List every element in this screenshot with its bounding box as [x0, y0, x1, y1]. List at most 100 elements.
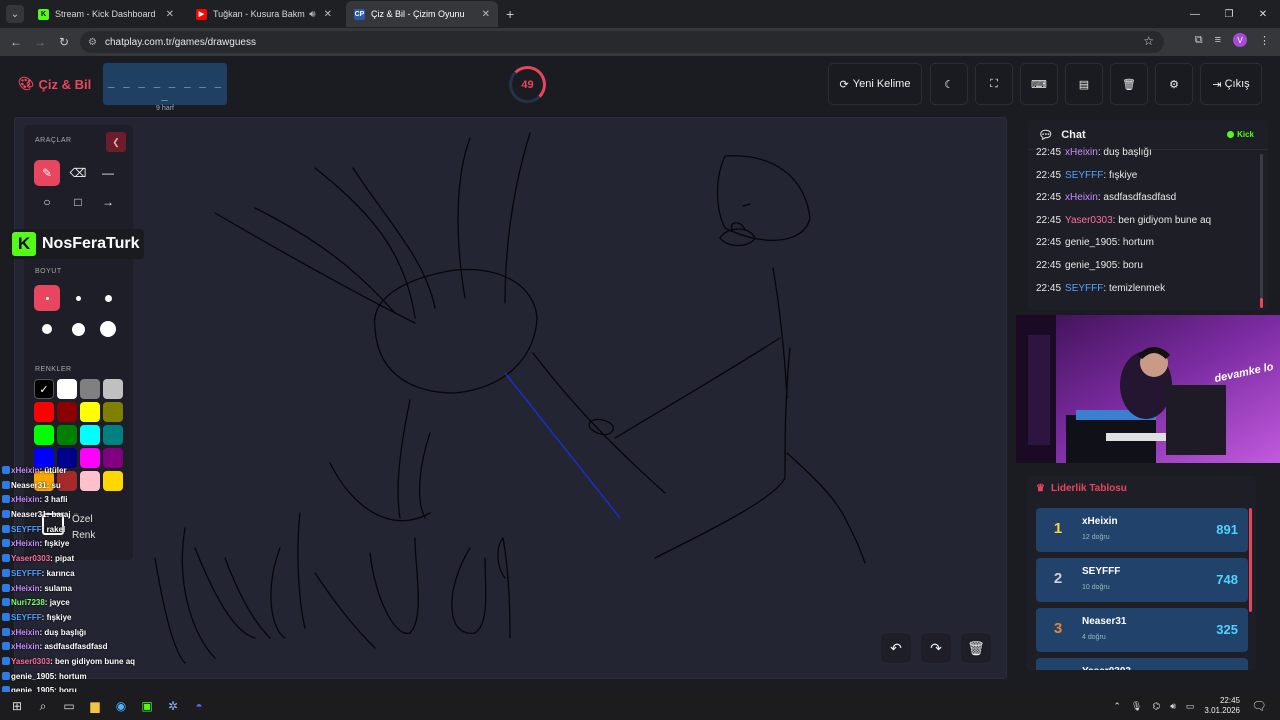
close-icon[interactable]: ✕: [482, 9, 490, 20]
player-score: 891: [1216, 522, 1238, 537]
collapse-panel-button[interactable]: ❮: [106, 132, 126, 152]
badge-icon: [2, 495, 10, 504]
overlay-chat-user: Neaser31: [11, 510, 47, 520]
size-5[interactable]: [65, 316, 91, 342]
chrome-icon[interactable]: ◉: [108, 696, 134, 716]
search-icon[interactable]: ⌕: [30, 696, 56, 716]
network-icon[interactable]: ⌬: [1152, 701, 1160, 712]
profile-avatar[interactable]: V: [1233, 33, 1247, 47]
drawing-canvas[interactable]: [14, 117, 1007, 679]
chat-user[interactable]: xHeixin: [1065, 192, 1098, 203]
size-4[interactable]: [34, 316, 60, 342]
chat-user[interactable]: genie_1905: [1065, 237, 1117, 248]
site-info-icon[interactable]: ⚙: [88, 37, 97, 48]
color-swatch[interactable]: [103, 402, 123, 422]
reload-button[interactable]: ↻: [52, 35, 76, 49]
notifications-icon[interactable]: 🗨︎: [1246, 696, 1272, 716]
kick-app-icon[interactable]: ▣: [134, 696, 160, 716]
color-swatch[interactable]: [103, 425, 123, 445]
color-swatch[interactable]: [80, 402, 100, 422]
color-swatch[interactable]: [57, 379, 77, 399]
chat-user[interactable]: genie_1905: [1065, 260, 1117, 271]
chat-user[interactable]: SEYFFF: [1065, 170, 1103, 181]
overlay-chat-message: xHeixin: ütüler: [2, 466, 162, 481]
delete-button[interactable]: 🗑︎: [1110, 63, 1148, 105]
color-swatch[interactable]: [57, 448, 77, 468]
color-swatch[interactable]: [103, 448, 123, 468]
discord-icon[interactable]: ◓: [186, 696, 212, 716]
tab-kick-dashboard[interactable]: K Stream - Kick Dashboard ✕: [30, 1, 182, 27]
speaker-icon[interactable]: 🔊︎: [309, 9, 315, 20]
undo-button[interactable]: ↶: [881, 633, 911, 663]
settings-button[interactable]: ⚙: [1155, 63, 1193, 105]
chat-scrollbar[interactable]: [1260, 154, 1263, 308]
color-swatch[interactable]: ✓: [34, 379, 54, 399]
minimize-button[interactable]: —: [1178, 0, 1212, 28]
forward-button[interactable]: →: [28, 35, 52, 49]
color-swatch[interactable]: [34, 402, 54, 422]
address-bar[interactable]: ⚙ chatplay.com.tr/games/drawguess ☆: [80, 31, 1164, 53]
badge-icon: [2, 642, 10, 651]
chat-messages[interactable]: 22:45 xHeixin: duş başlığı 22:45 SEYFFF: fı…: [1028, 142, 1268, 302]
tab-search-button[interactable]: ⌄: [6, 5, 24, 23]
color-swatch[interactable]: [103, 379, 123, 399]
redo-button[interactable]: ↷: [921, 633, 951, 663]
rectangle-tool[interactable]: □: [65, 189, 91, 215]
color-swatch[interactable]: [57, 425, 77, 445]
chat-user[interactable]: Yaser0303: [1065, 215, 1113, 226]
tab-youtube[interactable]: ▶ Tuğkan - Kusura Bakma (Offi 🔊︎ ✕: [188, 1, 340, 27]
bookmark-star-icon[interactable]: ☆: [1143, 34, 1154, 48]
app-icon[interactable]: ✲: [160, 696, 186, 716]
rank-number: 2: [1053, 570, 1063, 587]
app-logo[interactable]: 🎨︎ Çiz & Bil: [18, 76, 91, 92]
overlay-chat-user: Yaser0303: [11, 554, 51, 564]
dark-mode-button[interactable]: ☾: [930, 63, 968, 105]
chat-user[interactable]: xHeixin: [1065, 147, 1098, 158]
close-window-button[interactable]: ✕: [1246, 0, 1280, 28]
media-icon[interactable]: ≡: [1215, 34, 1221, 46]
size-3[interactable]: [95, 285, 121, 311]
new-tab-button[interactable]: +: [506, 6, 514, 22]
leaderboard-row: 3 Neaser31 4 doğru 325: [1036, 608, 1248, 652]
file-explorer-icon[interactable]: ▆: [82, 696, 108, 716]
microphone-icon[interactable]: 🎙︎: [1131, 701, 1142, 712]
task-view-icon[interactable]: ▭: [56, 696, 82, 716]
close-icon[interactable]: ✕: [324, 9, 332, 20]
clock[interactable]: 22:45 3.01.2026: [1204, 696, 1240, 716]
chat-user[interactable]: SEYFFF: [1065, 283, 1103, 294]
circle-tool[interactable]: ○: [34, 189, 60, 215]
color-swatch[interactable]: [80, 448, 100, 468]
leaderboard-scrollbar[interactable]: [1249, 508, 1252, 612]
color-swatch[interactable]: [34, 425, 54, 445]
eraser-tool[interactable]: ⌫: [65, 160, 91, 186]
color-swatch[interactable]: [34, 448, 54, 468]
circle-icon: ○: [43, 195, 51, 209]
size-2[interactable]: [65, 285, 91, 311]
chevron-up-icon[interactable]: ⌃: [1113, 701, 1121, 712]
close-icon[interactable]: ✕: [166, 9, 174, 20]
color-swatch[interactable]: [80, 425, 100, 445]
color-swatch[interactable]: [57, 402, 77, 422]
back-button[interactable]: ←: [4, 35, 28, 49]
size-1[interactable]: [34, 285, 60, 311]
clear-canvas-button[interactable]: 🗑︎: [961, 633, 991, 663]
tab-ciz-bil[interactable]: CP Çiz & Bil - Çizim Oyunu ✕: [346, 1, 498, 27]
volume-icon[interactable]: 🔊︎: [1170, 701, 1176, 712]
keyboard-button[interactable]: ⌨: [1020, 63, 1058, 105]
battery-icon[interactable]: ▭: [1186, 701, 1195, 712]
letter-count: 9 harf: [156, 105, 174, 112]
windows-start-icon[interactable]: ⊞: [4, 696, 30, 716]
menu-icon[interactable]: ⋮: [1259, 34, 1270, 47]
extensions-icon[interactable]: ⧉: [1195, 34, 1203, 47]
color-swatch[interactable]: [80, 379, 100, 399]
archive-button[interactable]: ▤: [1065, 63, 1103, 105]
new-word-button[interactable]: ⟳ Yeni Kelime: [828, 63, 922, 105]
arrow-tool[interactable]: →: [95, 189, 121, 215]
brush-tool[interactable]: ✎: [34, 160, 60, 186]
round-timer: 49: [509, 66, 546, 103]
fullscreen-button[interactable]: ⛶: [975, 63, 1013, 105]
line-tool[interactable]: —: [95, 160, 121, 186]
restore-button[interactable]: ❐: [1212, 0, 1246, 28]
size-6[interactable]: [95, 316, 121, 342]
exit-button[interactable]: ⇥ Çıkış: [1200, 63, 1262, 105]
